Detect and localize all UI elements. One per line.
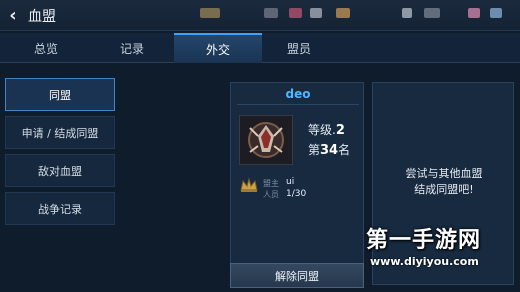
menu-item-war-records[interactable]: 战争记录 xyxy=(5,192,115,225)
tab-overview[interactable]: 总览 xyxy=(2,33,90,63)
page-title: 血盟 xyxy=(28,9,56,25)
leader-value: ui xyxy=(286,177,295,187)
chevron-left-icon: ‹ xyxy=(9,4,17,26)
obscured-status-chip xyxy=(468,8,480,18)
tab-members[interactable]: 盟员 xyxy=(255,33,343,63)
obscured-status-chip xyxy=(264,8,278,18)
alliance-rank: 第34名 xyxy=(308,143,351,158)
obscured-status-chip xyxy=(490,8,502,18)
obscured-status-chip xyxy=(310,8,322,18)
members-label: 人员 xyxy=(263,190,279,199)
back-button[interactable]: ‹ xyxy=(4,4,22,26)
obscured-status-chip xyxy=(402,8,412,18)
top-bar: ‹ 血盟 xyxy=(0,0,520,31)
menu-item-hostile-clans[interactable]: 敌对血盟 xyxy=(5,154,115,187)
tab-bar: 总览 记录 外交 盟员 xyxy=(0,33,520,63)
dissolve-alliance-button[interactable]: 解除同盟 xyxy=(230,263,364,288)
watermark-logo: 第一手游网 xyxy=(366,228,482,253)
alliance-level: 等级.2 xyxy=(308,123,345,138)
menu-item-alliance[interactable]: 同盟 xyxy=(5,78,115,111)
alliance-hint-text: 尝试与其他血盟 结成同盟吧! xyxy=(405,167,483,196)
obscured-status-chip xyxy=(200,8,220,18)
members-value: 1/30 xyxy=(286,189,307,199)
obscured-status-chip xyxy=(424,8,440,18)
leader-crown-icon xyxy=(240,177,258,192)
obscured-status-chip xyxy=(289,8,302,18)
alliance-name: deo xyxy=(285,87,311,101)
watermark-url: www.diyiyou.com xyxy=(370,255,479,268)
alliance-crest-icon xyxy=(239,115,293,165)
leader-label: 盟主 xyxy=(263,179,279,188)
tab-diplomacy[interactable]: 外交 xyxy=(174,33,262,63)
divider xyxy=(237,104,359,105)
menu-item-apply-alliance[interactable]: 申请 / 结成同盟 xyxy=(5,116,115,149)
alliance-card: deo 等级.2 第34名 盟主 ui 人员 1/30 xyxy=(230,82,364,285)
obscured-status-chip xyxy=(336,8,350,18)
tab-records[interactable]: 记录 xyxy=(88,33,176,63)
